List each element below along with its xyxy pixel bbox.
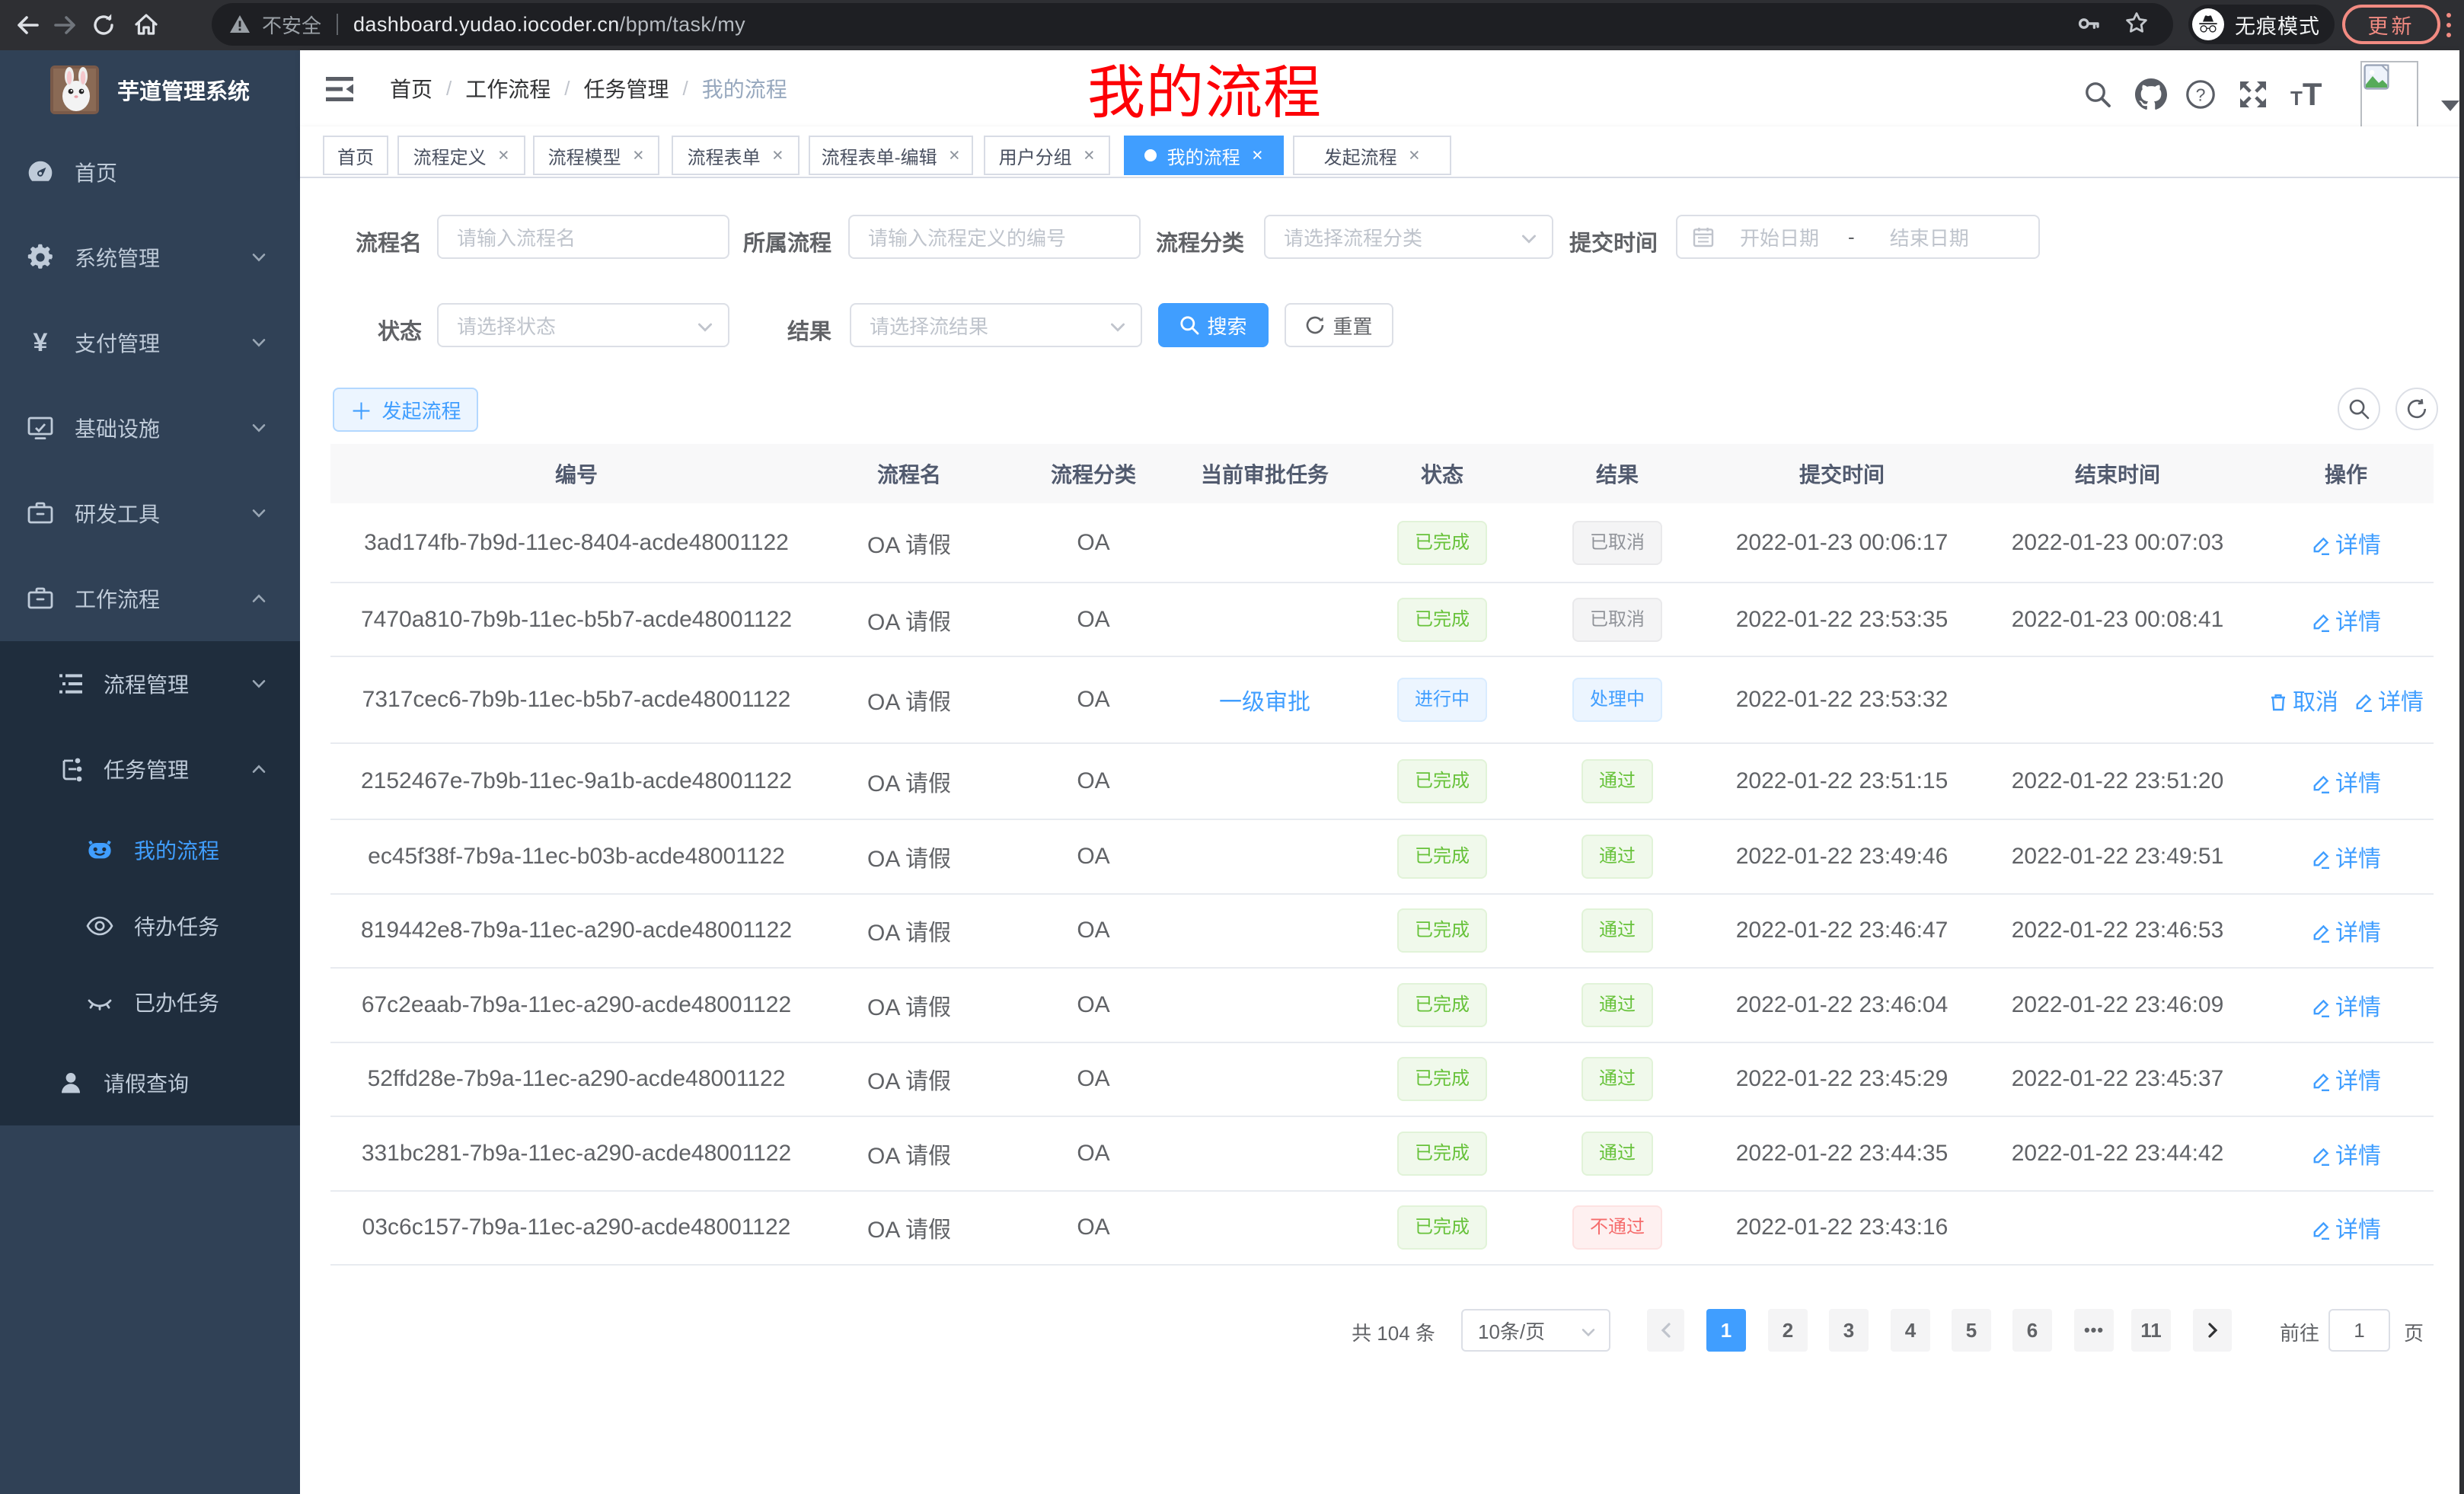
- svg-text:?: ?: [2196, 85, 2206, 104]
